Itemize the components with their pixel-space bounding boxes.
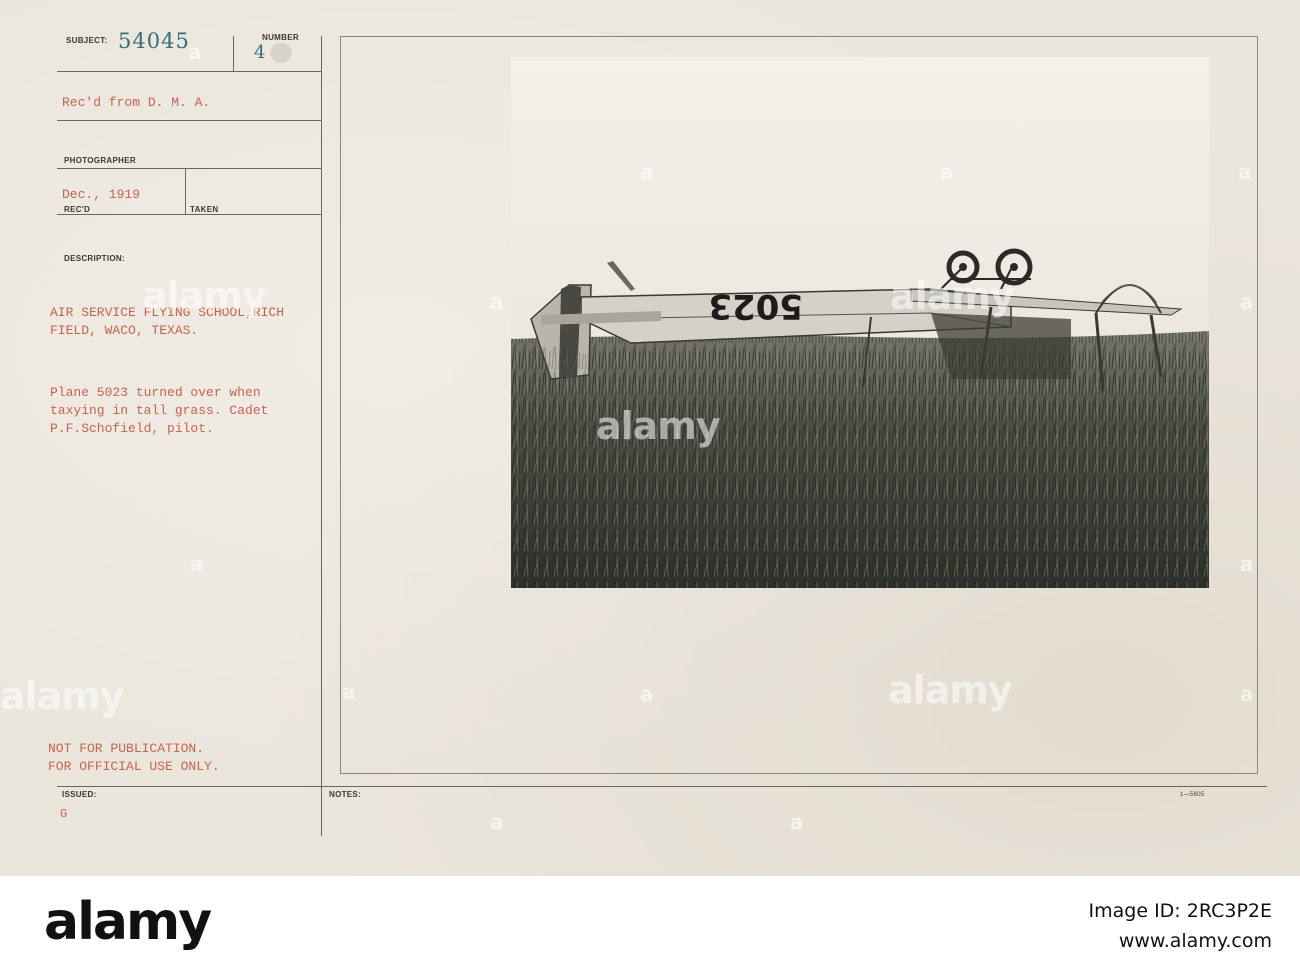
rule-received: [57, 120, 322, 121]
watermark-mark-13: a: [342, 680, 356, 704]
watermark-mark-2: a: [490, 290, 504, 314]
aircraft-photo: 5023: [511, 57, 1209, 588]
number-label: NUMBER: [262, 33, 299, 42]
issued-value: G: [60, 807, 68, 821]
rule-dates: [57, 214, 322, 215]
notes-label: NOTES:: [329, 790, 362, 799]
caption-line-1: Plane 5023 turned over when: [50, 385, 261, 400]
number-smudge: [270, 43, 292, 63]
subject-label: SUBJECT:: [66, 36, 108, 45]
watermark-left-bottom: alamy: [0, 674, 125, 718]
watermark-mark-5: a: [1238, 160, 1252, 184]
received-date: Dec., 1919: [62, 187, 141, 202]
site-url-link[interactable]: www.alamy.com: [1119, 930, 1272, 952]
caption-line-2: taxying in tall grass. Cadet: [50, 403, 269, 418]
watermark-mark-4: a: [940, 160, 954, 184]
restriction-line-1: NOT FOR PUBLICATION.: [48, 741, 205, 756]
watermark-right-top: alamy: [890, 274, 1015, 318]
watermark-mark-8: a: [640, 682, 654, 706]
number-value: 4: [254, 42, 267, 63]
rule-issued: [57, 786, 1267, 787]
image-id-text: Image ID: 2RC3P2E: [1088, 900, 1272, 922]
rule-top-subject: [57, 71, 322, 72]
watermark-mark-1: a: [188, 40, 202, 64]
rule-left-column: [321, 36, 322, 836]
archive-card: SUBJECT: 54045 NUMBER 4 Rec'd from D. M.…: [0, 0, 1300, 876]
description-label: DESCRIPTION:: [64, 254, 125, 263]
watermark-mark-9: a: [1240, 682, 1254, 706]
subject-number: 54045: [118, 29, 190, 53]
watermark-mark-7: a: [190, 552, 204, 576]
stock-footer: alamy Image ID: 2RC3P2E www.alamy.com: [0, 876, 1300, 966]
taken-label: TAKEN: [190, 205, 219, 214]
description-line-2: FIELD, WACO, TEXAS.: [50, 323, 199, 338]
watermark-right-bottom: alamy: [888, 668, 1013, 712]
issued-label: ISSUED:: [62, 790, 97, 799]
watermark-mark-3: a: [640, 160, 654, 184]
watermark-mark-11: a: [790, 810, 804, 834]
watermark-mark-10: a: [1240, 552, 1254, 576]
watermark-mark-6: a: [1240, 290, 1254, 314]
recd-label: REC'D: [64, 205, 91, 214]
restriction-line-2: FOR OFFICIAL USE ONLY.: [48, 759, 220, 774]
watermark-photo-center: alamy: [596, 404, 721, 448]
form-number: 1—5605: [1180, 792, 1205, 798]
photographer-label: PHOTOGRAPHER: [64, 156, 136, 165]
rule-photographer: [57, 168, 322, 169]
received-from: Rec'd from D. M. A.: [62, 95, 211, 110]
aircraft-number-marking: 5023: [708, 286, 803, 326]
stock-logo[interactable]: alamy: [44, 892, 212, 952]
rule-number-divider: [233, 36, 234, 71]
caption-line-3: P.F.Schofield, pilot.: [50, 421, 214, 436]
watermark-mark-12: a: [490, 810, 504, 834]
rule-date-divider: [185, 168, 186, 214]
watermark-left-top: alamy: [142, 274, 267, 318]
overturned-plane-illustration: 5023: [511, 57, 1209, 588]
